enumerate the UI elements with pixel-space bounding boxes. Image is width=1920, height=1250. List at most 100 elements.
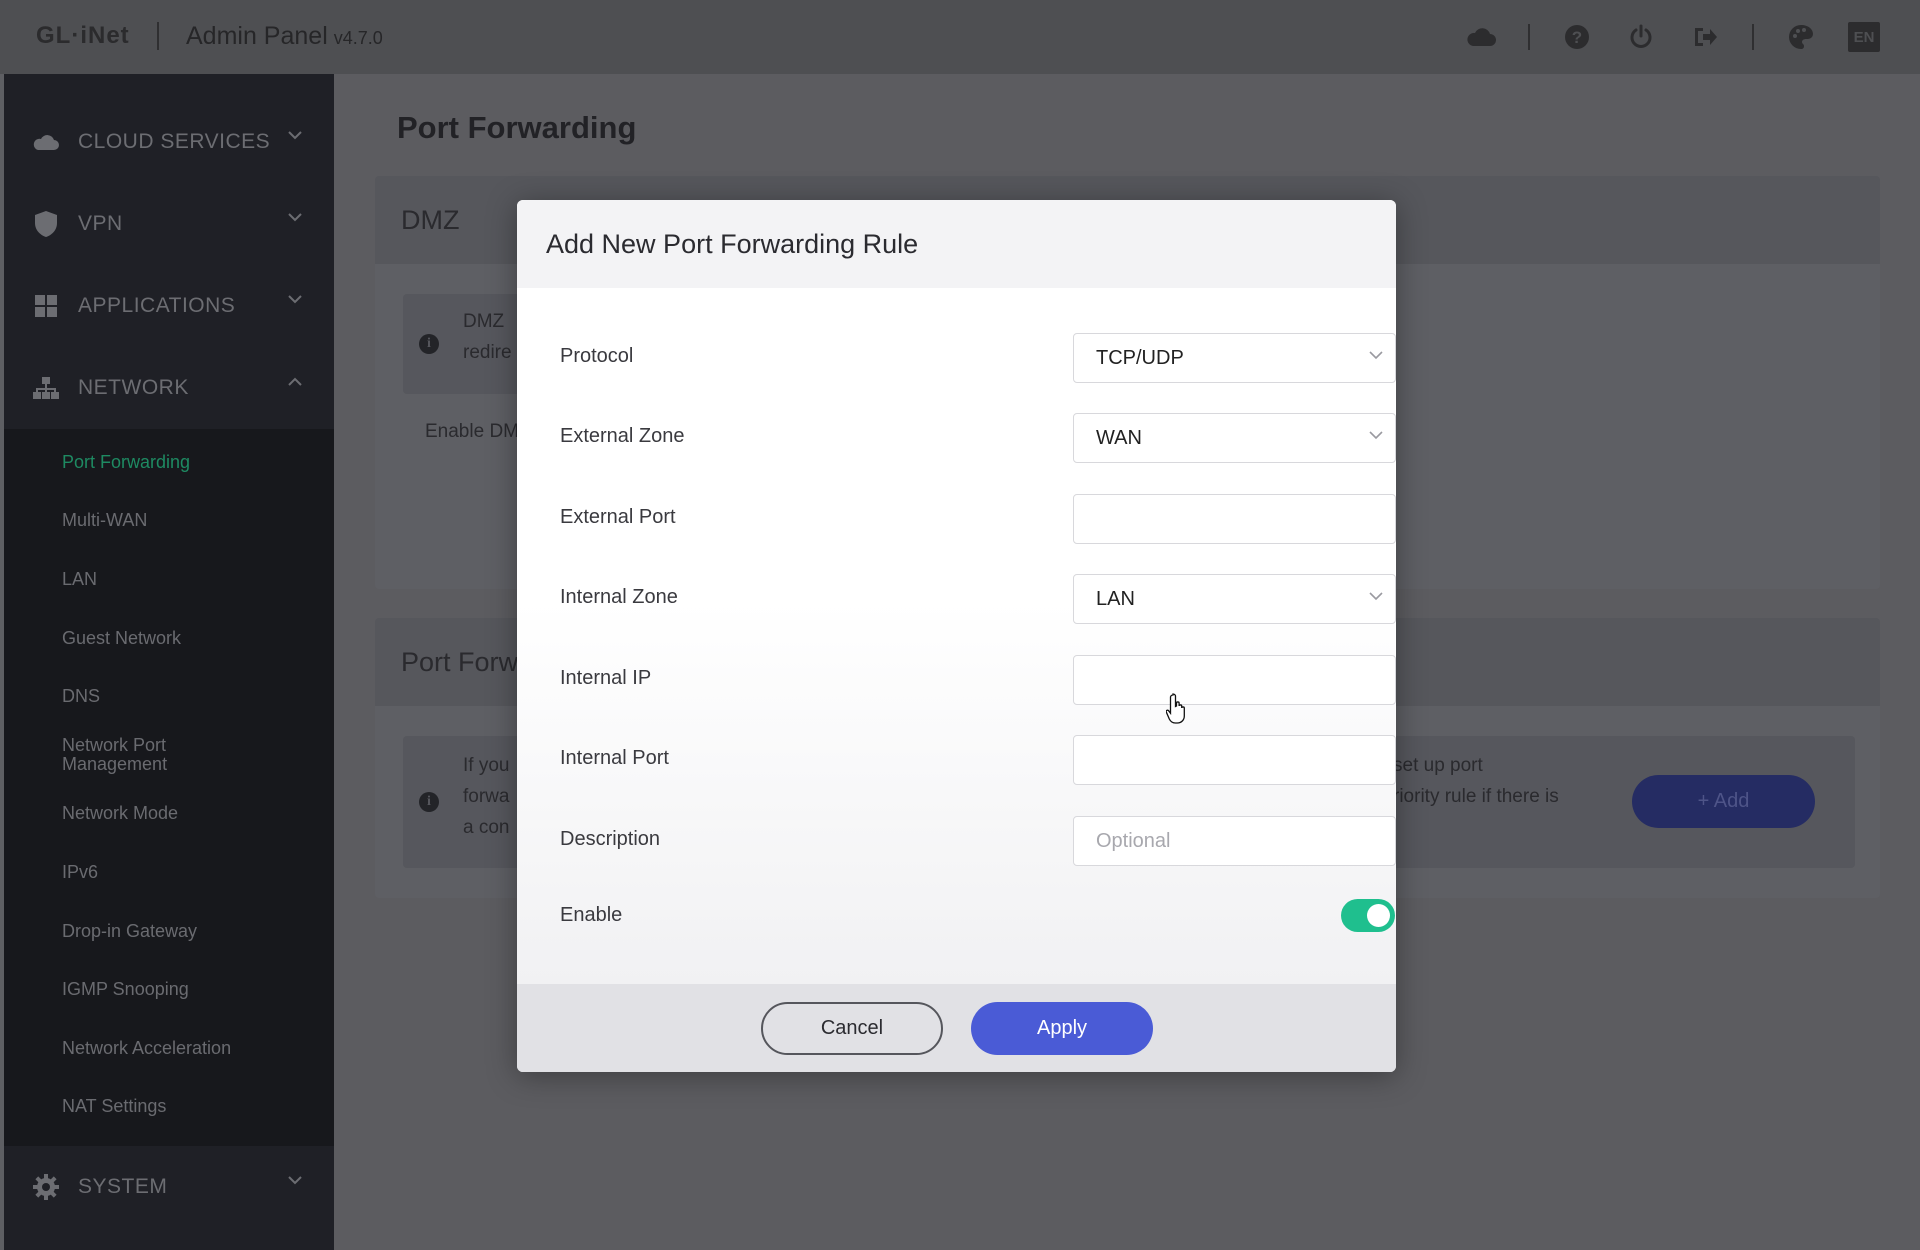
external-port-row: External Port — [560, 494, 1396, 544]
header-actions: ? EN — [1434, 20, 1880, 54]
dmz-info-line2: redire — [463, 342, 512, 363]
help-icon[interactable]: ? — [1560, 20, 1594, 54]
nav-group-label: VPN — [78, 212, 123, 235]
nav-group-cloud-services[interactable]: CLOUD SERVICES — [0, 101, 334, 183]
theme-icon[interactable] — [1784, 20, 1818, 54]
chevron-down-icon — [1369, 351, 1383, 360]
page-title: Port Forwarding — [397, 110, 637, 145]
header-divider — [1528, 24, 1530, 50]
header-divider — [157, 22, 159, 50]
sidebar-item-multi-wan[interactable]: Multi-WAN — [0, 492, 334, 551]
sidebar-item-dns[interactable]: DNS — [0, 667, 334, 726]
sidebar-item-guest-network[interactable]: Guest Network — [0, 609, 334, 668]
svg-text:?: ? — [1572, 28, 1582, 47]
dmz-enable-label: Enable DM — [425, 421, 519, 442]
cloud-icon[interactable] — [1464, 20, 1498, 54]
network-submenu: Port Forwarding Multi-WAN LAN Guest Netw… — [0, 429, 334, 1147]
enable-row: Enable — [560, 899, 1395, 949]
shield-icon — [32, 210, 60, 238]
dmz-info-line1: DMZ — [463, 311, 505, 332]
language-selector[interactable]: EN — [1848, 22, 1880, 52]
chevron-down-icon — [288, 213, 302, 222]
protocol-value: TCP/UDP — [1096, 346, 1184, 369]
internal-zone-row: Internal Zone LAN — [560, 574, 1396, 624]
grid-icon — [32, 292, 60, 320]
external-port-label: External Port — [560, 506, 676, 528]
logout-icon[interactable] — [1688, 20, 1722, 54]
app-title-text: Admin Panel — [186, 22, 328, 50]
hand-cursor-icon — [1166, 693, 1185, 724]
toggle-knob — [1367, 904, 1390, 927]
pf-info-left-3: a con — [463, 817, 510, 838]
internal-zone-select[interactable]: LAN — [1073, 574, 1396, 624]
enable-label: Enable — [560, 904, 623, 926]
external-zone-label: External Zone — [560, 425, 685, 447]
apply-button[interactable]: Apply — [971, 1002, 1153, 1055]
internal-zone-value: LAN — [1096, 587, 1135, 610]
nav-group-network[interactable]: NETWORK — [0, 347, 334, 429]
sidebar-item-port-forwarding[interactable]: Port Forwarding — [0, 433, 334, 492]
chevron-up-icon — [288, 377, 302, 386]
enable-toggle[interactable] — [1341, 899, 1395, 932]
pf-info-left-2: forwa — [463, 786, 510, 807]
sidebar-item-nat-settings[interactable]: NAT Settings — [0, 1078, 334, 1137]
chevron-down-icon — [288, 295, 302, 304]
nav-group-label: NETWORK — [78, 376, 189, 399]
cloud-icon — [32, 128, 60, 156]
external-port-input[interactable] — [1073, 494, 1396, 544]
external-zone-select[interactable]: WAN — [1073, 413, 1396, 463]
add-port-forwarding-dialog: Add New Port Forwarding Rule Protocol TC… — [517, 200, 1396, 1072]
dialog-footer: Cancel Apply — [517, 984, 1396, 1072]
top-bar: GL·iNet Admin Panel v4.7.0 ? EN — [0, 0, 1920, 74]
sidebar: CLOUD SERVICES VPN APPLICATIONS NETWORK … — [0, 74, 334, 1250]
protocol-label: Protocol — [560, 345, 634, 367]
chevron-down-icon — [288, 131, 302, 140]
nav-group-label: CLOUD SERVICES — [78, 130, 271, 153]
sidebar-item-network-port-management[interactable]: Network Port Management — [0, 726, 230, 785]
internal-ip-label: Internal IP — [560, 667, 652, 689]
app-title: Admin Panel v4.7.0 — [186, 22, 383, 51]
nav-group-label: SYSTEM — [78, 1175, 168, 1199]
chevron-down-icon — [288, 1176, 302, 1185]
external-zone-row: External Zone WAN — [560, 413, 1396, 463]
brand-logo[interactable]: GL·iNet — [36, 22, 130, 50]
cancel-button[interactable]: Cancel — [761, 1002, 943, 1055]
internal-port-label: Internal Port — [560, 747, 669, 769]
internal-port-input[interactable] — [1073, 735, 1396, 785]
sidebar-item-drop-in-gateway[interactable]: Drop-in Gateway — [0, 902, 334, 961]
internal-ip-row: Internal IP — [560, 655, 1396, 705]
protocol-row: Protocol TCP/UDP — [560, 333, 1396, 383]
info-icon: i — [419, 792, 439, 812]
pf-info-right-1: set up port — [1393, 755, 1483, 776]
info-icon: i — [419, 334, 439, 354]
network-icon — [32, 374, 60, 402]
nav-group-vpn[interactable]: VPN — [0, 183, 334, 265]
add-rule-button[interactable]: + Add — [1632, 775, 1815, 828]
external-zone-value: WAN — [1096, 426, 1142, 449]
protocol-select[interactable]: TCP/UDP — [1073, 333, 1396, 383]
pf-info-left-1: If you — [463, 755, 510, 776]
chevron-down-icon — [1369, 592, 1383, 601]
description-row: Description Optional — [560, 816, 1396, 866]
nav-group-applications[interactable]: APPLICATIONS — [0, 265, 334, 347]
sidebar-item-ipv6[interactable]: IPv6 — [0, 843, 334, 902]
internal-ip-input[interactable] — [1073, 655, 1396, 705]
sidebar-item-igmp-snooping[interactable]: IGMP Snooping — [0, 960, 334, 1019]
sidebar-item-network-acceleration[interactable]: Network Acceleration — [0, 1019, 334, 1078]
nav-group-system[interactable]: SYSTEM — [0, 1146, 334, 1228]
dialog-body: Protocol TCP/UDP External Zone WAN Exter… — [517, 288, 1396, 984]
description-input[interactable]: Optional — [1073, 816, 1396, 866]
description-label: Description — [560, 828, 661, 850]
internal-zone-label: Internal Zone — [560, 586, 678, 608]
pf-info-right-2: riority rule if there is — [1393, 786, 1559, 807]
dialog-title: Add New Port Forwarding Rule — [517, 200, 1396, 288]
header-divider — [1752, 24, 1754, 50]
power-icon[interactable] — [1624, 20, 1658, 54]
sidebar-item-network-mode[interactable]: Network Mode — [0, 785, 334, 844]
gear-icon — [32, 1173, 60, 1201]
internal-port-row: Internal Port — [560, 735, 1396, 785]
sidebar-item-lan[interactable]: LAN — [0, 550, 334, 609]
chevron-down-icon — [1369, 431, 1383, 440]
app-version: v4.7.0 — [333, 28, 383, 48]
nav-group-label: APPLICATIONS — [78, 294, 236, 317]
